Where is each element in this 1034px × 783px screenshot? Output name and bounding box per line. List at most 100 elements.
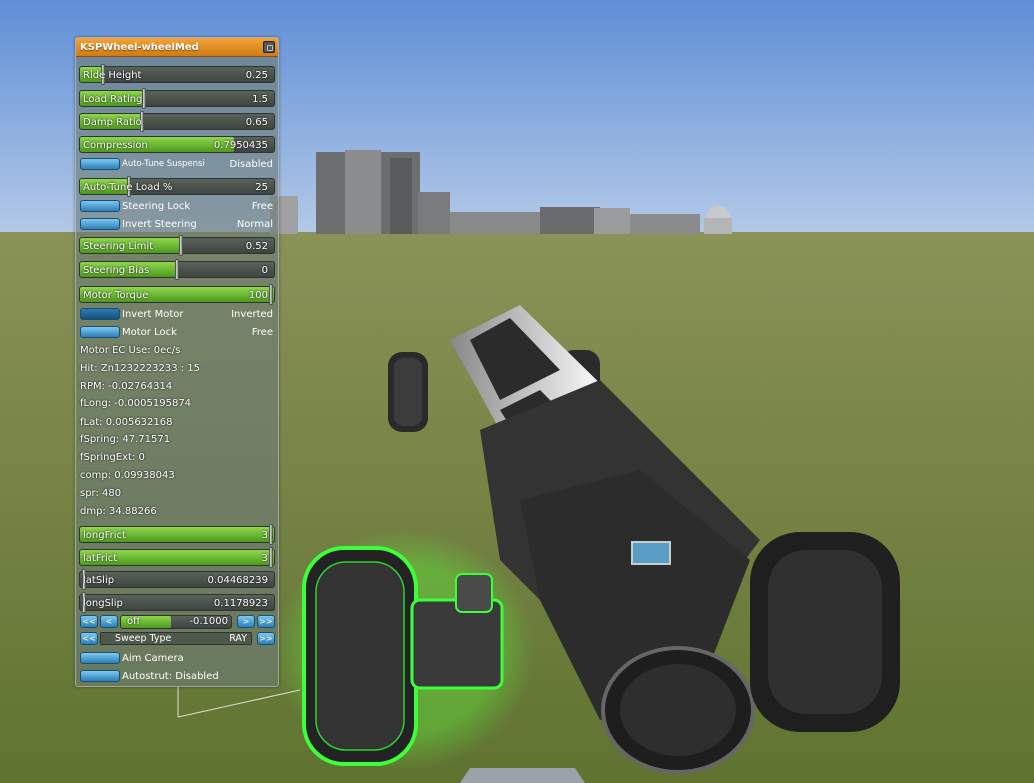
fspringext-info: fSpringExt: 0 — [80, 452, 145, 463]
motor-torque-slider[interactable]: Motor Torque 100 — [79, 284, 275, 305]
invert-motor-toggle[interactable]: Invert Motor Inverted — [79, 306, 275, 323]
slider-handle[interactable] — [178, 235, 183, 256]
slider-handle[interactable] — [269, 547, 273, 568]
hit-info: Hit: Zn1232223233 : 15 — [80, 363, 201, 374]
autotune-suspension-value: Disabled — [229, 159, 273, 170]
invert-steering-toggle[interactable]: Invert Steering Normal — [79, 216, 275, 233]
load-rating-value: 1.5 — [252, 94, 268, 105]
lat-slip-label: latSlip — [83, 575, 115, 586]
slider-handle[interactable] — [269, 284, 273, 305]
steering-limit-slider[interactable]: Steering Limit 0.52 — [79, 235, 275, 256]
autostrut-row: Autostrut: Disabled — [79, 668, 275, 685]
sweep-type-value: RAY — [229, 633, 247, 644]
steering-lock-value: Free — [251, 201, 273, 212]
rear-wheel-left — [388, 352, 428, 432]
toggle-button[interactable] — [80, 308, 120, 320]
autotune-suspension-label: Auto-Tune Suspensi — [122, 159, 205, 169]
close-icon[interactable] — [263, 41, 275, 53]
toggle-button[interactable] — [80, 218, 120, 230]
damp-ratio-slider[interactable]: Damp Ratio 0.65 — [79, 111, 275, 132]
offset-slider[interactable]: off -0.1000 — [120, 615, 232, 629]
autostrut-label: Autostrut: Disabled — [122, 671, 219, 682]
load-rating-label: Load Rating — [83, 94, 143, 105]
autotune-suspension-toggle[interactable]: Auto-Tune Suspensi Disabled — [79, 156, 275, 173]
toggle-button[interactable] — [80, 158, 120, 170]
autotune-load-slider[interactable]: Auto-Tune Load % 25 — [79, 176, 275, 197]
fspring-info: fSpring: 47.71571 — [80, 434, 171, 445]
lat-slip-value: 0.04468239 — [207, 575, 268, 586]
invert-motor-label: Invert Motor — [122, 309, 184, 320]
invert-steering-value: Normal — [236, 219, 273, 230]
compression-value: 0.7950435 — [213, 140, 268, 151]
aim-camera-row: Aim Camera — [79, 650, 275, 667]
toggle-button[interactable] — [80, 326, 120, 338]
offset-value: -0.1000 — [189, 616, 228, 627]
double-left-button[interactable]: << — [80, 632, 98, 645]
front-wheel-right — [750, 532, 900, 732]
autotune-load-label: Auto-Tune Load % — [83, 182, 173, 193]
dmp-info: dmp: 34.88266 — [80, 506, 157, 517]
steering-limit-label: Steering Limit — [83, 241, 154, 252]
right-button[interactable]: > — [237, 615, 255, 628]
toggle-button[interactable] — [80, 200, 120, 212]
comp-info: comp: 0.09938043 — [80, 470, 175, 481]
sweep-type-control: << Sweep Type RAY >> — [79, 632, 275, 646]
ride-height-slider[interactable]: Ride Height 0.25 — [79, 64, 275, 85]
lat-frict-label: latFrict — [83, 553, 118, 564]
panel-title-text: KSPWheel-wheelMed — [80, 42, 199, 53]
left-button[interactable]: < — [100, 615, 118, 628]
motor-lock-label: Motor Lock — [122, 327, 177, 338]
lat-frict-value: 3 — [261, 553, 268, 564]
steering-bias-slider[interactable]: Steering Bias 0 — [79, 259, 275, 280]
sweep-type-field: Sweep Type RAY — [100, 632, 252, 645]
ride-height-label: Ride Height — [83, 70, 142, 81]
long-slip-label: longSlip — [83, 598, 123, 609]
long-slip-slider[interactable]: longSlip 0.1178923 — [79, 592, 275, 613]
double-left-button[interactable]: << — [80, 615, 98, 628]
steering-limit-value: 0.52 — [245, 241, 268, 252]
damp-ratio-label: Damp Ratio — [83, 117, 142, 128]
lat-frict-slider[interactable]: latFrict 3 — [79, 547, 275, 568]
motor-torque-label: Motor Torque — [83, 290, 149, 301]
compression-bar: Compression 0.7950435 — [79, 136, 275, 153]
steering-bias-value: 0 — [261, 265, 268, 276]
double-right-button[interactable]: >> — [257, 632, 275, 645]
slider-handle[interactable] — [269, 524, 273, 545]
slider-handle[interactable] — [142, 88, 147, 109]
damp-ratio-value: 0.65 — [245, 117, 268, 128]
motor-ec-use: Motor EC Use: 0ec/s — [80, 345, 181, 356]
slider-handle[interactable] — [175, 259, 179, 280]
long-slip-value: 0.1178923 — [213, 598, 268, 609]
flong-info: fLong: -0.0005195874 — [80, 398, 192, 409]
sweep-type-label: Sweep Type — [115, 633, 172, 644]
autostrut-button[interactable] — [80, 670, 120, 682]
motor-lock-value: Free — [251, 327, 273, 338]
part-action-window: KSPWheel-wheelMed Ride Height 0.25 Load … — [75, 37, 279, 687]
motor-torque-value: 100 — [248, 290, 268, 301]
offset-control: << < off -0.1000 > >> — [79, 615, 275, 629]
load-rating-slider[interactable]: Load Rating 1.5 — [79, 88, 275, 109]
selected-wheel-highlight — [275, 530, 535, 770]
rpm-info: RPM: -0.02764314 — [80, 381, 173, 392]
double-right-button[interactable]: >> — [257, 615, 275, 628]
long-frict-value: 3 — [261, 530, 268, 541]
invert-steering-label: Invert Steering — [122, 219, 197, 230]
steering-bias-label: Steering Bias — [83, 265, 150, 276]
long-frict-label: longFrict — [83, 530, 126, 541]
offset-label: off — [127, 616, 141, 627]
autotune-load-value: 25 — [255, 182, 268, 193]
lat-slip-slider[interactable]: latSlip 0.04468239 — [79, 569, 275, 590]
long-frict-slider[interactable]: longFrict 3 — [79, 524, 275, 545]
invert-motor-value: Inverted — [231, 309, 273, 320]
spr-info: spr: 480 — [80, 488, 122, 499]
ride-height-value: 0.25 — [245, 70, 268, 81]
aim-camera-label: Aim Camera — [122, 653, 184, 664]
aim-camera-button[interactable] — [80, 652, 120, 664]
motor-lock-toggle[interactable]: Motor Lock Free — [79, 324, 275, 341]
panel-title[interactable]: KSPWheel-wheelMed — [76, 38, 278, 57]
flat-info: fLat: 0.005632168 — [80, 417, 173, 428]
steering-lock-toggle[interactable]: Steering Lock Free — [79, 198, 275, 215]
steering-lock-label: Steering Lock — [122, 201, 191, 212]
bottom-toolbar-tab — [460, 768, 585, 783]
compression-label: Compression — [83, 140, 148, 151]
